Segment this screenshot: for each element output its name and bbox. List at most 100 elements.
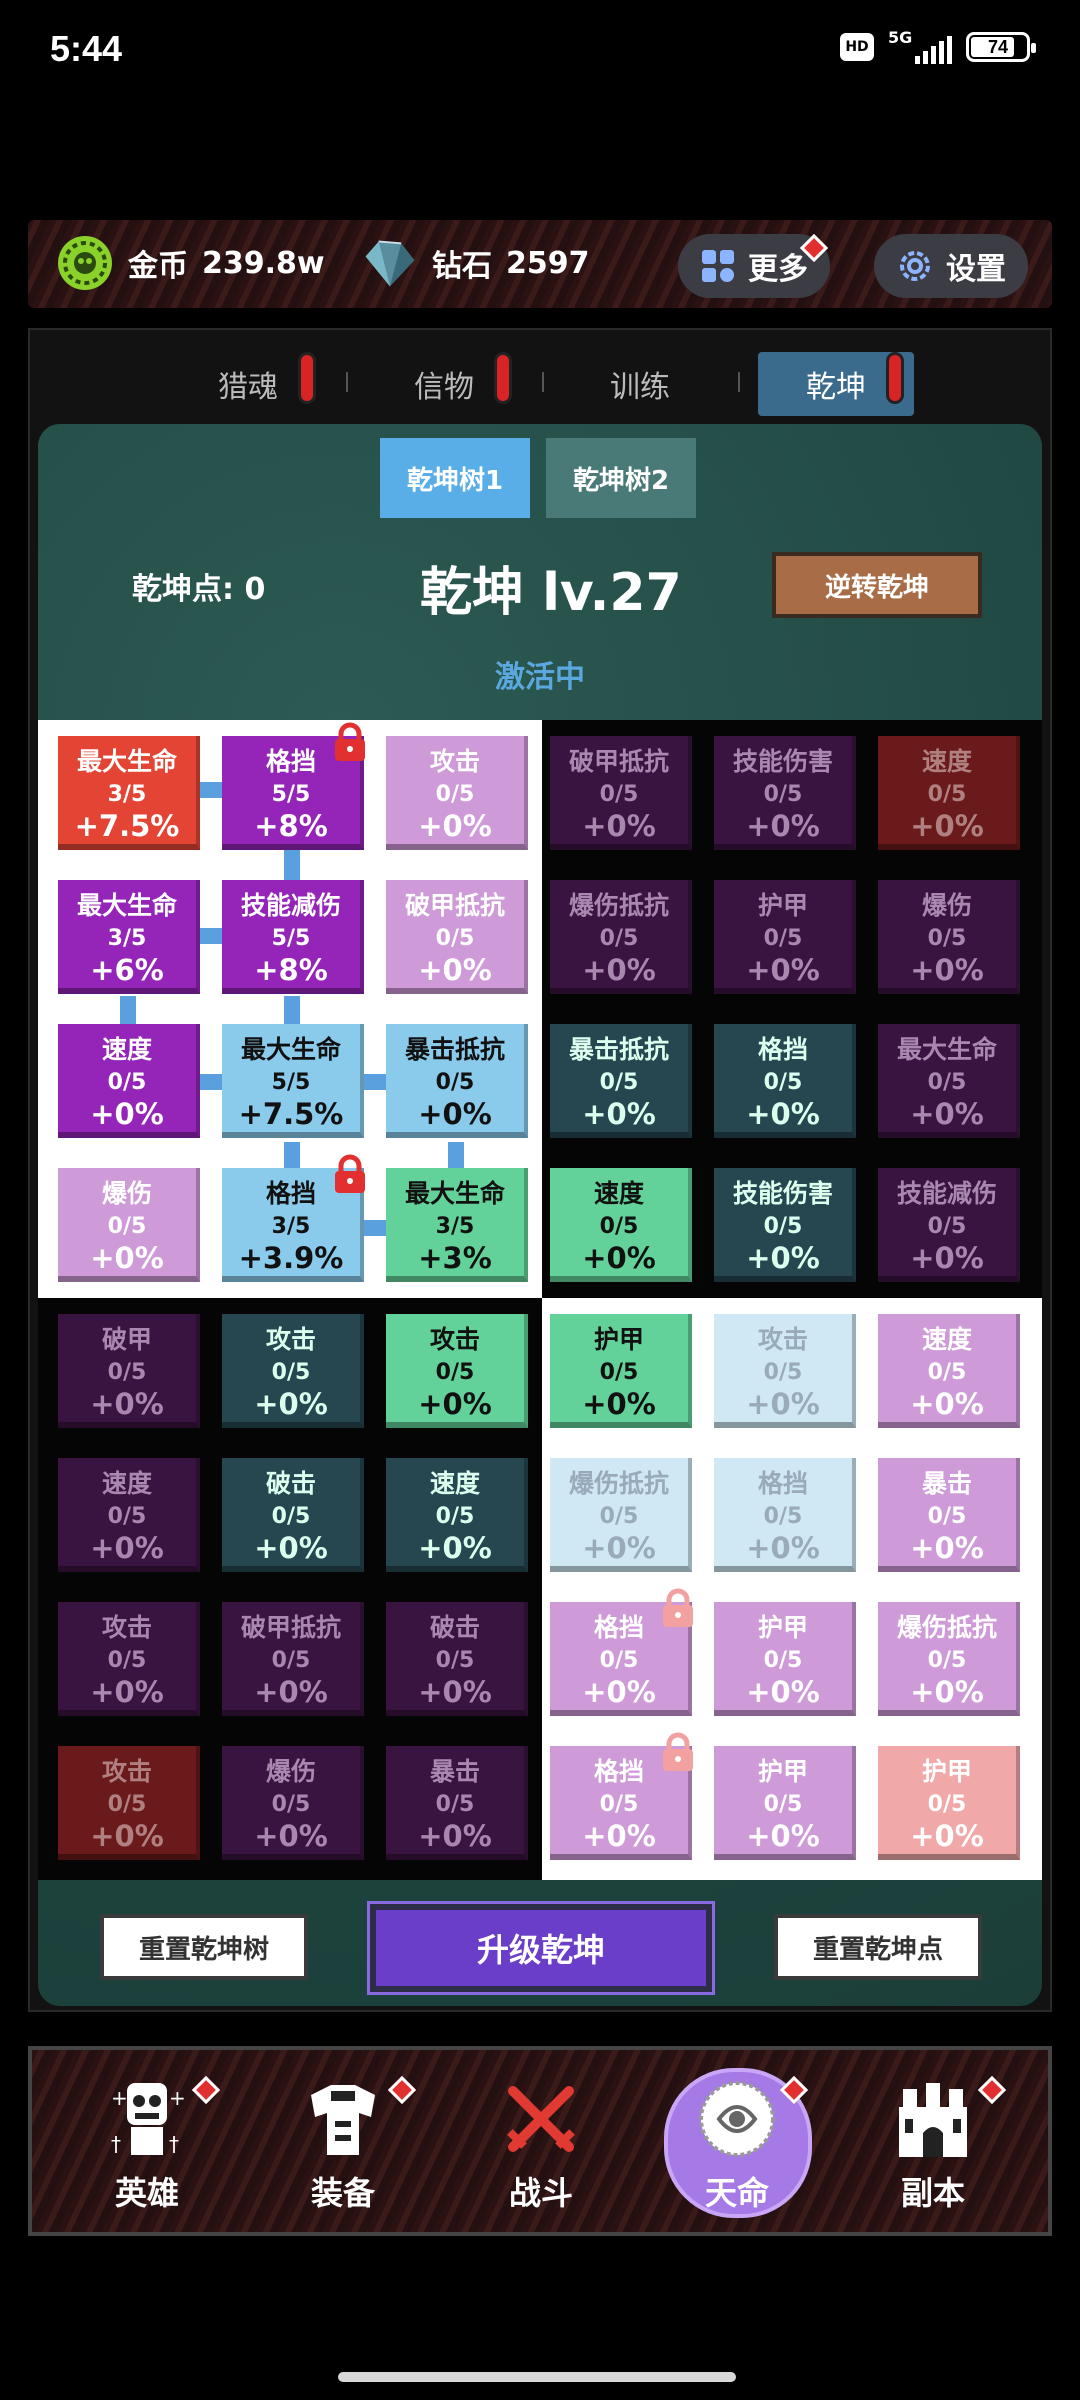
talent-cell[interactable]: 爆伤 0/5 +0% [878,880,1020,994]
talent-value: +0% [582,953,656,987]
home-indicator[interactable] [338,2372,736,2382]
talent-cell[interactable]: 速度 0/5 +0% [878,736,1020,850]
talent-cell[interactable]: 攻击 0/5 +0% [386,1314,528,1428]
talent-level: 0/5 [271,1648,311,1673]
subtab-tree-1[interactable]: 乾坤树1 [380,438,530,518]
talent-cell[interactable]: 暴击 0/5 +0% [386,1746,528,1860]
talent-cell[interactable]: 暴击 0/5 +0% [878,1458,1020,1572]
talent-value: +0% [582,1241,656,1275]
tab-soul-hunt[interactable]: 猎魂 [170,352,348,416]
talent-name: 攻击 [429,747,480,776]
talent-cell[interactable]: 暴击抵抗 0/5 +0% [550,1024,692,1138]
talent-cell[interactable]: 速度 0/5 +0% [550,1168,692,1282]
talent-cell[interactable]: 格挡 5/5 +8% [222,722,365,850]
talent-cell[interactable]: 爆伤抵抗 0/5 +0% [878,1602,1020,1716]
settings-button[interactable]: 设置 [874,234,1028,298]
talent-cell[interactable]: 技能减伤 0/5 +0% [878,1168,1020,1282]
lock-icon [332,722,368,762]
talent-cell[interactable]: 护甲 0/5 +0% [714,1746,856,1860]
currency-bar: 金币 239.8w 钻石 2597 更多 设置 [28,220,1052,308]
talent-name: 护甲 [757,1757,808,1786]
reset-points-button[interactable]: 重置乾坤点 [774,1914,982,1980]
reset-tree-button[interactable]: 重置乾坤树 [100,1914,308,1980]
talent-cell[interactable]: 速度 0/5 +0% [58,1458,200,1572]
talent-value: +0% [582,1387,656,1421]
nav-equipment[interactable]: 装备 [268,2074,418,2234]
gold-label: 金币 [128,249,188,284]
upgrade-button[interactable]: 升级乾坤 [367,1901,715,1995]
talent-cell[interactable]: 护甲 0/5 +0% [714,880,856,994]
talent-cell[interactable]: 技能伤害 0/5 +0% [714,1168,856,1282]
talent-value: +0% [910,1387,984,1421]
talent-cell[interactable]: 破甲抵抗 0/5 +0% [222,1602,364,1716]
talent-cell[interactable]: 最大生命 0/5 +0% [878,1024,1020,1138]
lock-icon [660,1588,696,1628]
talent-cell[interactable]: 攻击 0/5 +0% [222,1314,364,1428]
talent-cell[interactable]: 最大生命 3/5 +7.5% [58,736,200,850]
talent-cell[interactable]: 格挡 0/5 +0% [550,1588,693,1716]
talent-cell[interactable]: 护甲 0/5 +0% [714,1602,856,1716]
nav-battle[interactable]: 战斗 [466,2074,616,2234]
talent-cell[interactable]: 速度 0/5 +0% [878,1314,1020,1428]
talent-cell[interactable]: 爆伤 0/5 +0% [222,1746,364,1860]
talent-name: 技能减伤 [240,891,341,920]
talent-cell[interactable]: 攻击 0/5 +0% [386,736,528,850]
talent-name: 爆伤 [101,1179,152,1208]
talent-cell[interactable]: 破甲抵抗 0/5 +0% [550,736,692,850]
talent-cell[interactable]: 攻击 0/5 +0% [714,1314,856,1428]
talent-cell[interactable]: 攻击 0/5 +0% [58,1602,200,1716]
talent-cell[interactable]: 破击 0/5 +0% [386,1602,528,1716]
talent-cell[interactable]: 破击 0/5 +0% [222,1458,364,1572]
talent-cell[interactable]: 破甲 0/5 +0% [58,1314,200,1428]
reverse-button[interactable]: 逆转乾坤 [772,552,982,618]
connector [200,1074,224,1090]
subtab-tree-2[interactable]: 乾坤树2 [546,438,696,518]
talent-cell[interactable]: 暴击抵抗 0/5 +0% [386,1024,528,1138]
talent-name: 爆伤抵抗 [568,1469,669,1498]
nav-hero[interactable]: + + † † 英雄 [72,2074,222,2234]
talent-value: +7.5% [238,1097,344,1131]
talent-level: 0/5 [763,1792,803,1817]
talent-name: 破甲抵抗 [240,1613,341,1642]
talent-name: 暴击抵抗 [404,1035,505,1064]
talent-cell[interactable]: 格挡 0/5 +0% [714,1458,856,1572]
nav-destiny[interactable]: 天命 [662,2074,812,2234]
talent-cell[interactable]: 速度 0/5 +0% [386,1458,528,1572]
talent-cell[interactable]: 爆伤抵抗 0/5 +0% [550,1458,692,1572]
talent-cell[interactable]: 格挡 0/5 +0% [550,1732,693,1860]
tab-training[interactable]: 训练 [562,352,740,416]
talent-cell[interactable]: 护甲 0/5 +0% [878,1746,1020,1860]
crossed-swords-icon [496,2074,586,2164]
talent-name: 最大生命 [76,747,177,776]
talent-value: +0% [910,1531,984,1565]
talent-value: +0% [582,1097,656,1131]
tab-label: 训练 [610,370,670,405]
talent-cell[interactable]: 最大生命 3/5 +6% [58,880,200,994]
talent-cell[interactable]: 技能减伤 5/5 +8% [222,880,364,994]
talent-level: 0/5 [763,1360,803,1385]
tab-qiankun[interactable]: 乾坤 [758,352,914,416]
talent-cell[interactable]: 技能伤害 0/5 +0% [714,736,856,850]
talent-cell[interactable]: 速度 0/5 +0% [58,1024,200,1138]
nav-dungeon[interactable]: 副本 [858,2074,1008,2234]
more-button[interactable]: 更多 [678,233,830,298]
talent-cell[interactable]: 最大生命 5/5 +7.5% [222,1024,364,1138]
talent-cell[interactable]: 破甲抵抗 0/5 +0% [386,880,528,994]
talent-cell[interactable]: 爆伤 0/5 +0% [58,1168,200,1282]
talent-cell[interactable]: 攻击 0/5 +0% [58,1746,200,1860]
more-label: 更多 [748,252,808,287]
dungeon-icon [888,2074,978,2164]
talent-cell[interactable]: 格挡 3/5 +3.9% [222,1154,365,1282]
talent-value: +8% [254,809,328,843]
talent-level: 3/5 [107,782,147,807]
talent-cell[interactable]: 护甲 0/5 +0% [550,1314,692,1428]
tab-token[interactable]: 信物 [366,352,544,416]
alert-icon [779,2075,809,2105]
talent-name: 攻击 [101,1613,152,1642]
talent-cell[interactable]: 最大生命 3/5 +3% [386,1168,528,1282]
talent-cell[interactable]: 爆伤抵抗 0/5 +0% [550,880,692,994]
talent-cell[interactable]: 格挡 0/5 +0% [714,1024,856,1138]
talent-value: +0% [418,1387,492,1421]
talent-value: +0% [90,1819,164,1853]
talent-level: 0/5 [599,1360,639,1385]
